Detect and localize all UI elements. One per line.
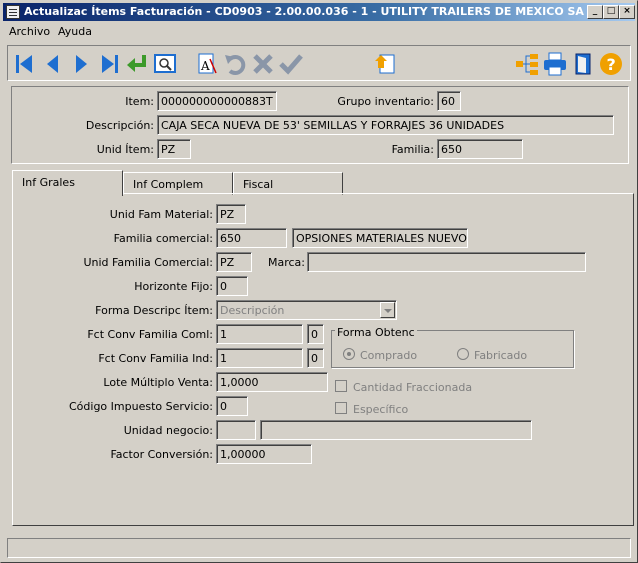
item-field[interactable]: 000000000000883T [157, 91, 277, 111]
factor-conversion-field[interactable]: 1,00000 [216, 444, 312, 464]
grupo-inventario-field[interactable]: 60 [437, 91, 461, 111]
fct-conv-familia-coml-small-field[interactable]: 0 [307, 324, 324, 344]
toolbar: A ? [7, 45, 631, 81]
cantidad-fraccionada-checkbox[interactable] [335, 380, 347, 392]
especifico-checkbox[interactable] [335, 402, 347, 414]
close-button[interactable]: × [619, 5, 635, 19]
last-icon [102, 55, 118, 73]
fct-conv-familia-coml-label: Fct Conv Familia Coml: [87, 328, 213, 341]
forma-descripc-item-value: Descripción [220, 304, 285, 317]
grupo-inventario-label: Grupo inventario: [337, 95, 434, 108]
header-panel: Item: 000000000000883T Grupo inventario:… [11, 86, 629, 164]
forma-obtenc-label: Forma Obtenc [335, 326, 417, 339]
familia-comercial-desc-field[interactable]: OPSIONES MATERIALES NUEVOS [292, 228, 468, 248]
unidad-negocio-desc-field[interactable] [260, 420, 532, 440]
unid-familia-comercial-label: Unid Familia Comercial: [83, 256, 213, 269]
lote-multiplo-venta-label: Lote Múltiplo Venta: [103, 376, 213, 389]
prev-record-button[interactable] [40, 51, 66, 77]
comprado-label: Comprado [360, 349, 418, 362]
item-label: Item: [125, 95, 154, 108]
status-bar [7, 538, 631, 558]
font-button[interactable]: A [194, 51, 220, 77]
next-record-button[interactable] [68, 51, 94, 77]
undo-button[interactable] [222, 51, 248, 77]
unid-item-field[interactable]: PZ [157, 139, 191, 159]
next-icon [76, 55, 87, 73]
tree-icon [516, 54, 538, 75]
tab-inf-grales[interactable]: Inf Grales [12, 170, 123, 196]
chevron-down-icon[interactable] [380, 302, 395, 318]
horizonte-fijo-label: Horizonte Fijo: [134, 280, 213, 293]
fct-conv-familia-coml-field[interactable]: 1 [216, 324, 303, 344]
preview-icon [154, 54, 176, 73]
unidad-negocio-label: Unidad negocio: [123, 424, 213, 437]
window-title: Actualizac Ítems Facturación - CD0903 - … [24, 5, 625, 18]
fabricado-label: Fabricado [474, 349, 528, 362]
descripcion-field[interactable]: CAJA SECA NUEVA DE 53' SEMILLAS Y FORRAJ… [157, 115, 614, 135]
lote-multiplo-venta-field[interactable]: 1,0000 [216, 372, 328, 392]
help-button[interactable]: ? [598, 51, 624, 77]
unidad-negocio-field[interactable] [216, 420, 256, 440]
familia-label: Familia: [391, 143, 434, 156]
enter-button[interactable] [124, 51, 150, 77]
first-icon [16, 55, 32, 73]
svg-text:?: ? [607, 55, 616, 74]
export-button[interactable] [372, 51, 398, 77]
codigo-impuesto-servicio-label: Código Impuesto Servicio: [69, 400, 213, 413]
exit-icon [575, 53, 591, 75]
tab-page-inf-grales: Unid Fam Material: PZ Familia comercial:… [12, 193, 634, 526]
fct-conv-familia-ind-field[interactable]: 1 [216, 348, 303, 368]
menu-archivo[interactable]: Archivo [9, 25, 50, 38]
forma-descripc-item-select[interactable]: Descripción [216, 300, 397, 320]
title-bar[interactable]: Actualizac Ítems Facturación - CD0903 - … [3, 3, 635, 21]
cantidad-fraccionada-label: Cantidad Fraccionada [353, 381, 473, 394]
unid-fam-material-label: Unid Fam Material: [109, 208, 213, 221]
marca-field[interactable] [307, 252, 586, 272]
main-window: Actualizac Ítems Facturación - CD0903 - … [0, 0, 638, 563]
print-button[interactable] [542, 51, 568, 77]
confirm-button[interactable] [278, 51, 304, 77]
factor-conversion-label: Factor Conversión: [110, 448, 213, 461]
comprado-radio[interactable] [343, 348, 355, 360]
svg-text:A: A [200, 59, 210, 73]
delete-button[interactable] [250, 51, 276, 77]
fct-conv-familia-ind-small-field[interactable]: 0 [307, 348, 324, 368]
help-icon: ? [600, 53, 622, 75]
familia-field[interactable]: 650 [437, 139, 523, 159]
maximize-button[interactable]: □ [603, 5, 619, 19]
descripcion-label: Descripción: [85, 119, 154, 132]
tree-button[interactable] [514, 51, 540, 77]
forma-descripc-item-label: Forma Descripc Ítem: [95, 304, 213, 317]
exit-button[interactable] [570, 51, 596, 77]
familia-comercial-field[interactable]: 650 [216, 228, 287, 248]
familia-comercial-label: Familia comercial: [113, 232, 213, 245]
fabricado-radio[interactable] [457, 348, 469, 360]
font-icon: A [198, 53, 217, 74]
menu-bar: Archivo Ayuda [3, 22, 635, 40]
minimize-button[interactable]: _ [587, 5, 603, 19]
first-record-button[interactable] [12, 51, 38, 77]
tab-fiscal[interactable]: Fiscal [233, 172, 343, 195]
unid-item-label: Unid Ítem: [96, 143, 154, 156]
preview-button[interactable] [152, 51, 178, 77]
last-record-button[interactable] [96, 51, 122, 77]
menu-ayuda[interactable]: Ayuda [58, 25, 92, 38]
undo-icon [225, 55, 246, 75]
horizonte-fijo-field[interactable]: 0 [216, 276, 248, 296]
marca-label: Marca: [267, 256, 305, 269]
confirm-icon [279, 54, 303, 75]
codigo-impuesto-servicio-field[interactable]: 0 [216, 396, 248, 416]
export-icon [375, 54, 395, 74]
enter-icon [127, 55, 146, 72]
prev-icon [47, 55, 58, 73]
unid-fam-material-field[interactable]: PZ [216, 204, 246, 224]
delete-icon [253, 54, 273, 74]
especifico-label: Específico [353, 403, 409, 416]
print-icon [544, 52, 566, 76]
fct-conv-familia-ind-label: Fct Conv Familia Ind: [98, 352, 213, 365]
tab-inf-complem[interactable]: Inf Complem [123, 172, 233, 195]
unid-familia-comercial-field[interactable]: PZ [216, 252, 252, 272]
app-icon [6, 5, 20, 19]
